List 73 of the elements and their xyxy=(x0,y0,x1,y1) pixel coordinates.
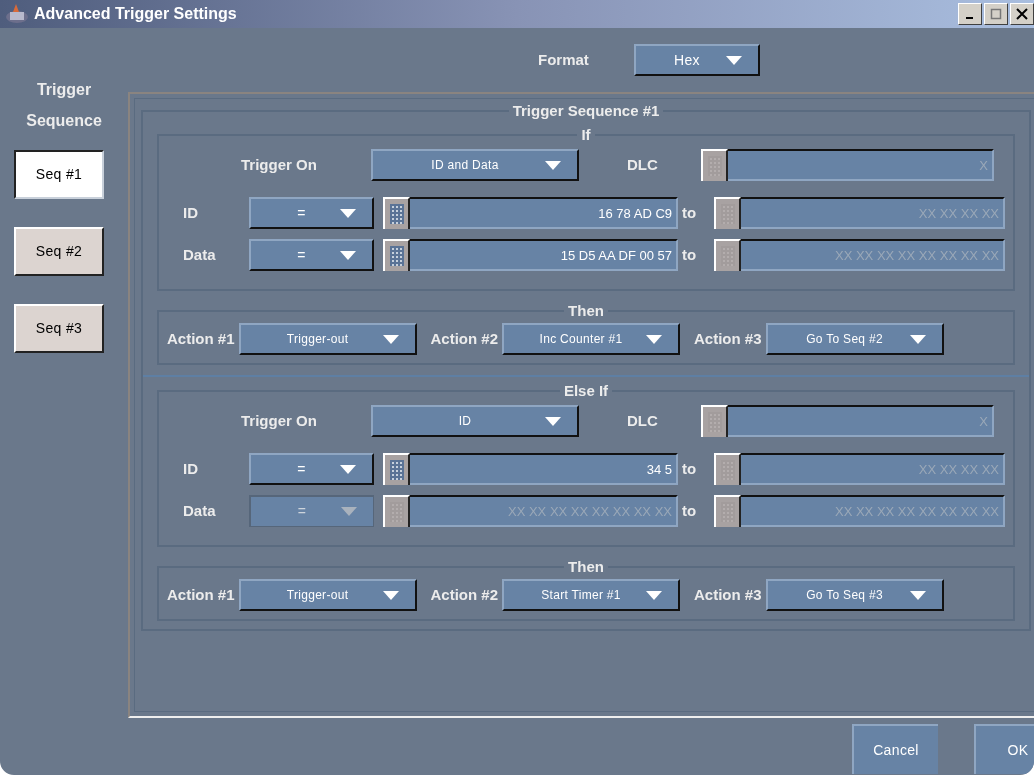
dropdown[interactable]: Trigger-out xyxy=(238,579,417,611)
field-label: to xyxy=(681,202,698,223)
caret-icon xyxy=(340,250,356,260)
caret-icon xyxy=(382,590,399,600)
field-label: to xyxy=(681,500,698,521)
format-label: Format xyxy=(538,49,590,70)
caret-icon xyxy=(726,55,742,65)
maximize-icon[interactable] xyxy=(984,3,1008,25)
field-label: to xyxy=(681,458,698,479)
keypad-icon[interactable] xyxy=(383,495,410,527)
dialog-button[interactable]: Cancel xyxy=(852,724,938,774)
dropdown[interactable]: Inc Counter #1 xyxy=(502,323,681,355)
input-field[interactable]: 16 78 AD C9 xyxy=(410,197,678,229)
keypad-icon[interactable] xyxy=(714,495,741,527)
action-label: Action #1 xyxy=(167,328,235,349)
field-label: ID xyxy=(183,458,199,479)
dropdown[interactable]: Trigger-out xyxy=(238,323,417,355)
caret-icon xyxy=(646,334,663,344)
caret-icon xyxy=(646,590,663,600)
field-label: ID xyxy=(183,202,199,223)
app-icon xyxy=(4,3,30,25)
action-label: Action #2 xyxy=(430,328,499,349)
dialog-button[interactable]: OK xyxy=(974,724,1034,774)
sidebar-title: Trigger Sequence xyxy=(25,80,103,131)
dropdown[interactable]: = xyxy=(249,197,374,229)
caret-icon xyxy=(909,590,926,600)
caret-icon xyxy=(545,160,561,170)
format-dropdown[interactable]: Hex xyxy=(634,44,760,76)
caret-icon xyxy=(545,416,561,426)
section-title: Else If xyxy=(563,382,609,399)
input-field[interactable]: 15 D5 AA DF 00 57 xyxy=(410,239,678,271)
window-title: Advanced Trigger Settings xyxy=(34,4,237,24)
keypad-icon[interactable] xyxy=(714,239,741,271)
keypad-icon[interactable] xyxy=(714,453,741,485)
action-label: Action #3 xyxy=(694,584,762,605)
keypad-icon[interactable] xyxy=(701,405,728,437)
field-label: to xyxy=(681,244,698,265)
dropdown[interactable]: ID xyxy=(371,405,579,437)
input-field[interactable]: 34 5 xyxy=(410,453,678,485)
dropdown[interactable]: ID and Data xyxy=(371,149,579,181)
field-label: Data xyxy=(183,500,217,521)
caret-icon xyxy=(341,507,357,516)
field-label: Trigger On xyxy=(241,154,318,175)
keypad-icon[interactable] xyxy=(383,239,410,271)
caret-icon xyxy=(382,334,399,344)
section-title: If xyxy=(581,126,591,143)
dropdown[interactable]: = xyxy=(249,239,374,271)
keypad-icon[interactable] xyxy=(383,453,410,485)
action-label: Action #2 xyxy=(430,584,499,605)
sequence-button[interactable]: Seq #3 xyxy=(14,304,104,353)
field-label: Data xyxy=(183,244,217,265)
keypad-icon[interactable] xyxy=(701,149,728,181)
keypad-icon[interactable] xyxy=(714,197,741,229)
close-icon[interactable] xyxy=(1010,3,1034,25)
section-title: Then xyxy=(568,558,604,575)
field-label: DLC xyxy=(627,154,659,175)
minimize-icon[interactable] xyxy=(958,3,982,25)
panel-title: Trigger Sequence #1 xyxy=(512,102,660,119)
dropdown[interactable]: Start Timer #1 xyxy=(502,579,681,611)
dropdown[interactable]: Go To Seq #3 xyxy=(765,579,944,611)
section-title: Then xyxy=(568,302,604,319)
caret-icon xyxy=(340,208,356,218)
sequence-button[interactable]: Seq #2 xyxy=(14,227,104,276)
dropdown[interactable]: Go To Seq #2 xyxy=(765,323,944,355)
keypad-icon[interactable] xyxy=(383,197,410,229)
action-label: Action #1 xyxy=(167,584,235,605)
dropdown[interactable]: = xyxy=(249,453,374,485)
field-label: DLC xyxy=(627,410,659,431)
caret-icon xyxy=(340,464,356,474)
field-label: Trigger On xyxy=(241,410,318,431)
action-label: Action #3 xyxy=(694,328,762,349)
caret-icon xyxy=(909,334,926,344)
sequence-button[interactable]: Seq #1 xyxy=(14,150,104,199)
